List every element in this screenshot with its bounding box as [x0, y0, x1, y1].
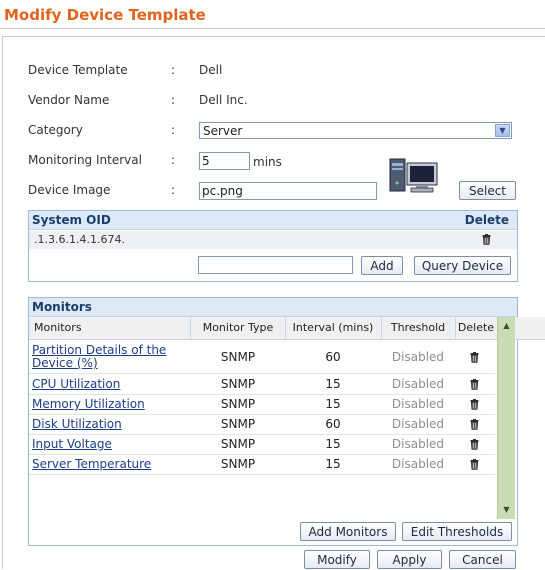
monitor-link[interactable]: Disk Utilization — [32, 414, 122, 434]
monitors-header: Monitors — [29, 298, 517, 317]
colon: : — [171, 93, 176, 107]
monitor-type: SNMP — [220, 437, 256, 451]
monitor-threshold: Disabled — [391, 377, 445, 391]
monitor-type: SNMP — [220, 397, 256, 411]
category-selected-value: Server — [203, 124, 243, 138]
monitor-threshold: Disabled — [391, 457, 445, 471]
monitor-interval: 15 — [325, 437, 341, 451]
trash-icon[interactable] — [470, 349, 479, 369]
monitoring-interval-label: Monitoring Interval — [28, 153, 142, 167]
device-image-label: Device Image — [28, 183, 111, 197]
trash-icon[interactable] — [470, 456, 479, 476]
device-template-value: Dell — [199, 63, 223, 77]
monitor-type: SNMP — [220, 417, 256, 431]
col-monitor-type: Monitor Type — [191, 317, 286, 339]
system-oid-header: System OID Delete — [29, 211, 517, 230]
colon: : — [171, 183, 176, 197]
new-oid-input[interactable] — [198, 256, 353, 274]
vendor-name-label: Vendor Name — [28, 93, 110, 107]
monitor-interval: 15 — [325, 377, 341, 391]
monitors-box: Monitors Monitors Monitor Type Interval … — [28, 297, 545, 546]
query-device-button[interactable]: Query Device — [414, 256, 511, 275]
system-oid-title: System OID — [32, 213, 111, 227]
category-label: Category — [28, 123, 83, 137]
col-threshold: Threshold — [381, 317, 456, 339]
monitor-threshold: Disabled — [391, 350, 445, 364]
monitor-interval: 60 — [325, 417, 341, 431]
monitors-scrollbar[interactable]: ▲ ▼ — [497, 317, 515, 519]
cancel-button[interactable]: Cancel — [449, 550, 516, 569]
oid-delete-header: Delete — [464, 213, 509, 227]
col-interval: Interval (mins) — [285, 317, 382, 339]
col-delete: Delete — [457, 321, 495, 334]
colon: : — [171, 63, 176, 77]
edit-thresholds-button[interactable]: Edit Thresholds — [402, 522, 512, 541]
modify-button[interactable]: Modify — [304, 550, 370, 569]
table-row: Input Voltage SNMP 15 Disabled — [29, 434, 495, 455]
trash-icon[interactable] — [470, 416, 479, 436]
table-row: CPU Utilization SNMP 15 Disabled — [29, 374, 495, 395]
chevron-down-icon[interactable]: ▼ — [495, 124, 510, 137]
title-divider — [0, 28, 545, 29]
monitor-threshold: Disabled — [391, 397, 445, 411]
monitor-threshold: Disabled — [391, 437, 445, 451]
device-template-label: Device Template — [28, 63, 128, 77]
oid-value: .1.3.6.1.4.1.674. — [34, 233, 125, 246]
monitors-table-header: Monitors Monitor Type Interval (mins) Th… — [29, 317, 545, 340]
vendor-name-value: Dell Inc. — [199, 93, 248, 107]
table-row: Memory Utilization SNMP 15 Disabled — [29, 394, 495, 415]
col-monitors: Monitors — [29, 317, 191, 339]
monitor-type: SNMP — [220, 350, 256, 364]
device-image-input[interactable]: pc.png — [199, 182, 377, 200]
add-monitors-button[interactable]: Add Monitors — [300, 522, 396, 541]
monitor-link[interactable]: Server Temperature — [32, 454, 151, 474]
category-select[interactable]: Server ▼ — [199, 122, 512, 139]
oid-row: .1.3.6.1.4.1.674. — [29, 231, 517, 249]
add-oid-button[interactable]: Add — [361, 256, 403, 275]
trash-icon[interactable] — [482, 234, 491, 248]
table-row: Server Temperature SNMP 15 Disabled — [29, 454, 495, 475]
monitor-link[interactable]: Partition Details of the Device (%) — [32, 344, 192, 370]
trash-icon[interactable] — [470, 436, 479, 456]
table-row: Partition Details of the Device (%) SNMP… — [29, 341, 495, 374]
monitor-threshold: Disabled — [391, 417, 445, 431]
page-title: Modify Device Template — [4, 6, 206, 24]
trash-icon[interactable] — [470, 396, 479, 416]
monitor-link[interactable]: Input Voltage — [32, 434, 112, 454]
scroll-down-icon[interactable]: ▼ — [498, 503, 515, 517]
select-image-button[interactable]: Select — [459, 181, 516, 200]
monitor-interval: 60 — [325, 350, 341, 364]
colon: : — [171, 123, 176, 137]
monitor-type: SNMP — [220, 377, 256, 391]
scroll-up-icon[interactable]: ▲ — [498, 319, 515, 333]
monitor-interval: 15 — [325, 457, 341, 471]
monitoring-interval-input[interactable]: 5 — [199, 152, 250, 170]
monitor-interval: 15 — [325, 397, 341, 411]
monitor-type: SNMP — [220, 457, 256, 471]
colon: : — [171, 153, 176, 167]
interval-unit: mins — [253, 155, 282, 169]
trash-icon[interactable] — [470, 376, 479, 396]
monitor-link[interactable]: CPU Utilization — [32, 374, 120, 394]
monitor-link[interactable]: Memory Utilization — [32, 394, 145, 414]
desktop-computer-icon — [389, 157, 439, 195]
table-row: Disk Utilization SNMP 60 Disabled — [29, 414, 495, 435]
apply-button[interactable]: Apply — [377, 550, 442, 569]
